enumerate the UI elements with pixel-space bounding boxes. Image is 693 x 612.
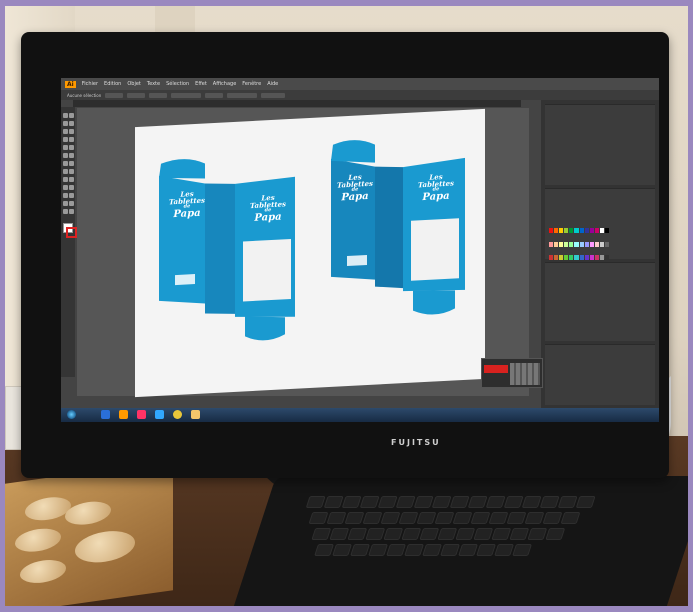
macaron — [25, 494, 71, 523]
stroke-dropdown[interactable] — [127, 92, 146, 98]
red-tag — [484, 365, 508, 373]
mesh-tool-icon[interactable] — [63, 177, 68, 182]
menu-item-select[interactable]: Sélection — [166, 81, 189, 87]
keyboard — [233, 476, 688, 606]
perspective-tool-icon[interactable] — [69, 169, 74, 174]
macaron — [75, 527, 135, 566]
rotate-tool-icon[interactable] — [63, 153, 68, 158]
type-tool-icon[interactable] — [69, 129, 74, 134]
direct-selection-tool-icon[interactable] — [69, 113, 74, 118]
swatch-grid — [549, 228, 609, 268]
screen: Ai Fichier Edition Objet Texte Sélection… — [61, 78, 659, 422]
opacity-field[interactable] — [205, 92, 224, 98]
chrome-taskbar-icon[interactable] — [173, 410, 182, 419]
indesign-taskbar-icon[interactable] — [137, 410, 146, 419]
tools-panel — [61, 107, 77, 377]
menu-item-window[interactable]: Fenêtre — [242, 81, 261, 87]
photo-frame: FUJITSU Ai Fichier Edition Objet Texte S… — [5, 6, 688, 606]
windows-taskbar — [61, 408, 659, 422]
free-transform-tool-icon[interactable] — [69, 161, 74, 166]
preferences-button[interactable] — [261, 92, 286, 98]
fill-dropdown[interactable] — [105, 92, 124, 98]
menu-item-text[interactable]: Texte — [147, 81, 160, 87]
box-template-right — [331, 140, 465, 315]
box-title-front-right: Les Tablettes de Papa — [411, 172, 461, 204]
macaron-photo — [5, 460, 173, 606]
monitor: FUJITSU Ai Fichier Edition Objet Texte S… — [21, 32, 669, 478]
width-tool-icon[interactable] — [63, 161, 68, 166]
menu-bar: Ai Fichier Edition Objet Texte Sélection… — [61, 78, 659, 90]
document-setup-button[interactable] — [227, 92, 258, 98]
menu-item-view[interactable]: Affichage — [213, 81, 237, 87]
line-tool-icon[interactable] — [63, 137, 68, 142]
layers-panel[interactable] — [545, 104, 655, 185]
selection-status: Aucune sélection — [67, 92, 102, 98]
zoom-tool-icon[interactable] — [69, 209, 74, 214]
brush-dropdown[interactable] — [171, 92, 202, 98]
box-title-left: Les Tablettes de Papa — [165, 189, 209, 220]
artboard: Les Tablettes de Papa Les Tablettes de P… — [135, 108, 485, 398]
pencil-tool-icon[interactable] — [69, 145, 74, 150]
hand-tool-icon[interactable] — [63, 209, 68, 214]
start-button-icon[interactable] — [67, 410, 76, 419]
gradient-tool-icon[interactable] — [69, 177, 74, 182]
menu-item-file[interactable]: Fichier — [82, 81, 98, 87]
shape-builder-tool-icon[interactable] — [63, 169, 68, 174]
photoshop-taskbar-icon[interactable] — [155, 410, 164, 419]
macaron — [15, 525, 61, 555]
artboard-tool-icon[interactable] — [63, 201, 68, 206]
menu-item-effect[interactable]: Effet — [195, 81, 207, 87]
packaging-dielines — [159, 140, 465, 341]
slice-tool-icon[interactable] — [69, 201, 74, 206]
folder-taskbar-icon[interactable] — [191, 410, 200, 419]
appearance-panel[interactable] — [545, 344, 655, 405]
illustrator-logo: Ai — [65, 80, 76, 88]
stroke-swatch-icon[interactable] — [66, 227, 77, 238]
box-title-line3: Papa — [341, 190, 369, 204]
document-tab[interactable] — [73, 100, 521, 107]
box-template-left — [159, 159, 295, 341]
illustrator-taskbar-icon[interactable] — [119, 410, 128, 419]
magic-wand-tool-icon[interactable] — [63, 121, 68, 126]
box-title-front-left: Les Tablettes de Papa — [245, 193, 291, 224]
options-bar: Aucune sélection — [61, 90, 659, 100]
explorer-icon[interactable] — [101, 410, 110, 419]
lasso-tool-icon[interactable] — [69, 121, 74, 126]
pen-tool-icon[interactable] — [63, 129, 68, 134]
symbol-sprayer-tool-icon[interactable] — [63, 193, 68, 198]
scale-tool-icon[interactable] — [69, 153, 74, 158]
box-title-right: Les Tablettes de Papa — [335, 172, 375, 204]
macaron — [20, 557, 66, 586]
rectangle-tool-icon[interactable] — [69, 137, 74, 142]
stroke-width-field[interactable] — [149, 92, 168, 98]
graph-tool-icon[interactable] — [69, 193, 74, 198]
monitor-brand: FUJITSU — [391, 438, 441, 447]
blend-tool-icon[interactable] — [69, 185, 74, 190]
menu-item-edit[interactable]: Edition — [104, 81, 121, 87]
palette-buttons[interactable] — [510, 363, 540, 385]
menu-item-object[interactable]: Objet — [127, 81, 141, 87]
macaron — [65, 498, 111, 528]
eyedropper-tool-icon[interactable] — [63, 185, 68, 190]
properties-panel[interactable] — [545, 262, 655, 341]
brush-tool-icon[interactable] — [63, 145, 68, 150]
menu-item-help[interactable]: Aide — [267, 81, 278, 87]
floating-palette[interactable] — [481, 358, 543, 388]
selection-tool-icon[interactable] — [63, 113, 68, 118]
